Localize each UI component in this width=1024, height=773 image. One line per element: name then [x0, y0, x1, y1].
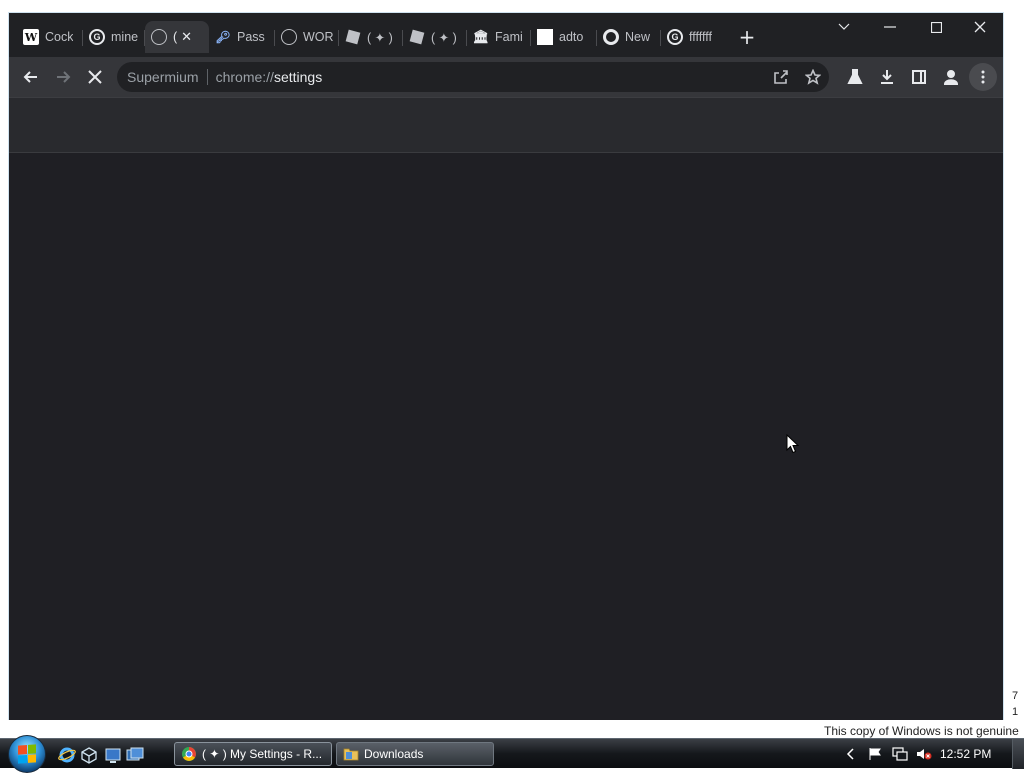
close-window-button[interactable] — [957, 13, 1003, 41]
taskbar: ( ✦ ) My Settings - R... Downloads 12:52… — [0, 735, 1024, 773]
forward-button[interactable] — [49, 63, 77, 91]
key-icon: 🔑︎ — [215, 30, 231, 44]
show-desktop-button[interactable] — [1012, 739, 1024, 769]
tab-title: adto — [559, 30, 584, 44]
tab-fffffff[interactable]: G fffffff — [661, 21, 723, 53]
virtual-box-icon[interactable] — [80, 746, 98, 764]
arrow-right-icon — [57, 71, 71, 83]
settings-header-bar — [9, 98, 1003, 153]
browser-window: W Cock G mine ( ✕ 🔑︎ Pass WOR (✦) (✦ … — [8, 12, 1004, 720]
plus-icon: + — [738, 25, 756, 49]
google-icon: G — [667, 29, 683, 45]
taskbar-browser-window[interactable]: ( ✦ ) My Settings - R... — [174, 742, 332, 766]
tab-title: Pass — [237, 30, 265, 44]
tab-active[interactable]: ( ✕ — [145, 21, 209, 53]
tab-title: ( — [173, 30, 178, 44]
build-number: 7 1 — [1012, 688, 1018, 720]
windows-logo-icon — [18, 744, 36, 764]
wikipedia-icon: W — [23, 29, 39, 45]
download-icon — [881, 70, 893, 84]
side-panel-icon — [912, 70, 926, 84]
downloads-button[interactable] — [873, 63, 901, 91]
tab-title: Cock — [45, 30, 74, 44]
globe-icon — [281, 29, 297, 45]
roblox-icon — [345, 29, 361, 45]
tab-passwords[interactable]: 🔑︎ Pass — [209, 21, 275, 53]
internet-explorer-icon[interactable] — [58, 746, 76, 764]
stop-loading-button[interactable] — [81, 63, 109, 91]
chevron-down-icon — [838, 23, 850, 30]
tab-wor[interactable]: WOR — [275, 21, 339, 53]
chrome-icon — [182, 747, 196, 761]
taskbar-downloads-window[interactable]: Downloads — [336, 742, 494, 766]
globe-icon — [151, 29, 167, 45]
taskbar-downloads-label: Downloads — [364, 747, 424, 761]
side-panel-button[interactable] — [905, 63, 933, 91]
url-host: settings — [273, 69, 323, 85]
desktop: W Cock G mine ( ✕ 🔑︎ Pass WOR (✦) (✦ … — [0, 0, 1024, 773]
url-scheme: chrome:// — [215, 69, 274, 85]
profile-icon — [943, 70, 959, 85]
network-icon[interactable] — [892, 747, 908, 761]
chip-divider — [206, 69, 208, 85]
tab-search-button[interactable] — [821, 13, 867, 41]
system-tray — [846, 739, 932, 769]
build-line-1: 7 — [1012, 690, 1019, 702]
flask-icon — [847, 69, 863, 84]
switch-windows-icon[interactable] — [126, 746, 144, 764]
blank-page-icon — [537, 29, 553, 45]
tab-title: ( ✦ ) — [367, 30, 393, 45]
bank-icon: 🏛︎ — [472, 29, 490, 44]
roblox-icon — [409, 29, 425, 45]
tab-roblox-1[interactable]: ( ✦ ) — [339, 21, 403, 53]
tab-title: Fami — [495, 30, 523, 44]
minimize-button[interactable] — [867, 13, 913, 41]
mouse-cursor-icon — [786, 434, 800, 454]
build-line-2: 1 — [1012, 706, 1019, 718]
tab-list: W Cock G mine ( ✕ 🔑︎ Pass WOR (✦) (✦ … — [17, 21, 761, 53]
profile-button[interactable] — [937, 63, 965, 91]
kebab-menu-icon — [981, 70, 985, 84]
menu-button[interactable] — [969, 63, 997, 91]
tab-cock[interactable]: W Cock — [17, 21, 83, 53]
close-icon — [88, 70, 102, 84]
close-tab-icon[interactable]: ✕ — [181, 29, 192, 45]
address-bar[interactable]: Supermium chrome://settings — [117, 62, 829, 92]
arrow-left-icon — [23, 71, 37, 83]
back-button[interactable] — [17, 63, 45, 91]
tab-roblox-2[interactable]: ( ✦ ) — [403, 21, 467, 53]
tab-adto[interactable]: adto — [531, 21, 597, 53]
start-button[interactable] — [8, 735, 46, 773]
taskbar-clock[interactable]: 12:52 PM — [940, 747, 991, 761]
tab-title: fffffff — [689, 30, 712, 44]
tab-strip: W Cock G mine ( ✕ 🔑︎ Pass WOR (✦) (✦ … — [9, 13, 1003, 57]
close-icon — [974, 21, 986, 33]
labs-button[interactable] — [841, 63, 869, 91]
show-desktop-icon[interactable] — [104, 746, 122, 764]
taskbar-browser-label: ( ✦ ) My Settings - R... — [202, 747, 323, 761]
windows-not-genuine-watermark: This copy of Windows is not genuine — [824, 724, 1019, 738]
folder-icon — [343, 748, 359, 761]
bookmark-star-icon[interactable] — [803, 67, 823, 87]
action-center-flag-icon[interactable] — [868, 747, 882, 761]
tab-title: New — [625, 30, 651, 44]
chrome-icon — [603, 29, 619, 45]
maximize-button[interactable] — [913, 13, 959, 41]
tab-family[interactable]: 🏛︎ Fami — [467, 21, 531, 53]
tab-title: ( ✦ ) — [431, 30, 457, 45]
google-icon: G — [89, 29, 105, 45]
tab-title: mine — [111, 30, 139, 44]
browser-toolbar: Supermium chrome://settings — [9, 57, 1003, 97]
maximize-icon — [930, 21, 942, 33]
volume-muted-icon[interactable] — [916, 747, 932, 761]
tab-new[interactable]: New — [597, 21, 661, 53]
tab-title: WOR — [303, 30, 334, 44]
share-icon[interactable] — [771, 67, 791, 87]
new-tab-button[interactable]: + — [733, 23, 761, 51]
tab-mine[interactable]: G mine — [83, 21, 145, 53]
page-content — [9, 154, 1003, 720]
chevron-left-icon[interactable] — [846, 748, 856, 760]
site-chip[interactable]: Supermium — [127, 69, 199, 85]
minimize-icon — [884, 26, 896, 28]
